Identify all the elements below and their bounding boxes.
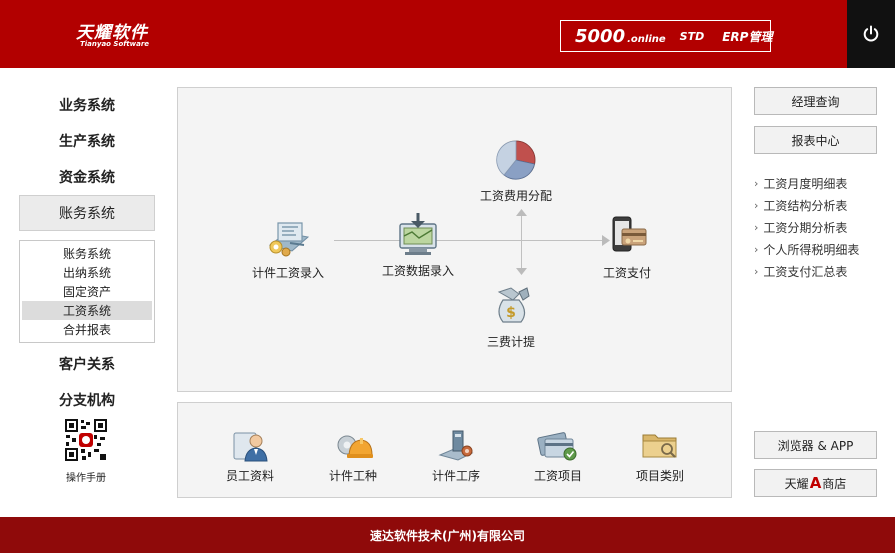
- item-project-categories[interactable]: 项目类别: [636, 427, 684, 484]
- payment-icon: [602, 214, 652, 260]
- submenu-item-cashier[interactable]: 出纳系统: [22, 263, 152, 282]
- item-piecework-jobs[interactable]: 计件工种: [329, 427, 377, 484]
- report-link-label: 工资月度明细表: [763, 176, 848, 191]
- report-link-income-tax-detail[interactable]: › 个人所得税明细表: [754, 238, 884, 260]
- accounting-submenu: 账务系统 出纳系统 固定资产 工资系统 合并报表: [19, 240, 155, 343]
- report-link-salary-payment-summary[interactable]: › 工资支付汇总表: [754, 260, 884, 282]
- nav-branches[interactable]: 分支机构: [19, 382, 155, 418]
- employee-icon: [233, 432, 268, 462]
- label-employee-data: 员工资料: [226, 469, 275, 483]
- payroll-flow-panel: 计件工资录入 工资数据录入 工资费用分配 工资支付 $ 三费计提: [177, 87, 732, 392]
- report-link-label: 工资结构分析表: [763, 198, 848, 213]
- edition-erp: ERP管理: [722, 29, 773, 44]
- report-link-monthly-salary-detail[interactable]: › 工资月度明细表: [754, 172, 884, 194]
- submenu-item-accounting[interactable]: 账务系统: [22, 244, 152, 263]
- store-logo-mark: A: [809, 474, 822, 492]
- svg-text:$: $: [506, 305, 516, 321]
- power-button[interactable]: [847, 0, 895, 68]
- flow-node-piecework-entry[interactable]: 计件工资录入: [252, 214, 324, 281]
- item-piecework-process[interactable]: 计件工序: [432, 427, 480, 484]
- edition-number: 5000: [575, 25, 626, 47]
- money-bag-icon: $: [486, 283, 536, 329]
- chevron-right-icon: ›: [754, 176, 759, 190]
- edition-online: .online: [627, 33, 666, 45]
- submenu-item-payroll[interactable]: 工资系统: [22, 301, 152, 320]
- chevron-right-icon: ›: [754, 220, 759, 234]
- qr-code[interactable]: [64, 418, 108, 462]
- submenu-item-fixed-assets[interactable]: 固定资产: [22, 282, 152, 301]
- label-salary-items: 工资项目: [534, 469, 583, 483]
- flow-label-salary-data-entry: 工资数据录入: [382, 264, 455, 278]
- hard-hat-icon: [337, 435, 373, 458]
- flow-node-salary-payment[interactable]: 工资支付: [602, 214, 652, 281]
- nav-business-system[interactable]: 业务系统: [19, 87, 155, 123]
- edition-badge: 5000 .online STD ERP管理: [560, 20, 773, 52]
- flow-node-salary-data-entry[interactable]: 工资数据录入: [382, 212, 454, 279]
- manager-query-button[interactable]: 经理查询: [754, 87, 877, 115]
- pie-chart-icon: [491, 137, 541, 183]
- item-salary-items[interactable]: 工资项目: [534, 427, 582, 484]
- report-link-label: 工资支付汇总表: [763, 264, 848, 279]
- store-button[interactable]: 天耀 A 商店: [754, 469, 877, 497]
- logo-en: Tianyao Software: [80, 40, 150, 48]
- process-icon: [438, 430, 474, 461]
- report-link-label: 工资分期分析表: [763, 220, 848, 235]
- nav-funds-system[interactable]: 资金系统: [19, 159, 155, 195]
- app-window: 天耀软件 Tianyao Software 5000 .online STD E…: [0, 0, 895, 553]
- chevron-right-icon: ›: [754, 242, 759, 256]
- report-list: › 工资月度明细表 › 工资结构分析表 › 工资分期分析表 › 个人所得税明细表 › 工资…: [754, 172, 884, 282]
- chevron-right-icon: ›: [754, 264, 759, 278]
- header-bar: 天耀软件 Tianyao Software 5000 .online STD E…: [0, 0, 895, 68]
- arrow-up-icon: [516, 209, 527, 216]
- report-link-label: 个人所得税明细表: [763, 242, 860, 257]
- report-link-salary-period[interactable]: › 工资分期分析表: [754, 216, 884, 238]
- brand-logo: 天耀软件 Tianyao Software: [76, 18, 166, 52]
- footer-bar: 速达软件技术(广州)有限公司: [0, 517, 895, 553]
- flow-label-piecework-entry: 计件工资录入: [252, 266, 325, 280]
- payroll-basics-panel: 员工资料 计件工种 计件工序 工资项目 项目类别: [177, 402, 732, 498]
- power-icon: [863, 25, 879, 42]
- salary-card-icon: [537, 432, 577, 461]
- piecework-entry-icon: [263, 214, 313, 260]
- flow-line-vertical: [521, 213, 522, 273]
- chevron-right-icon: ›: [754, 198, 759, 212]
- label-project-categories: 项目类别: [636, 469, 685, 483]
- flow-label-salary-payment: 工资支付: [602, 266, 651, 280]
- flow-label-three-fees-accrual: 三费计提: [486, 335, 535, 349]
- nav-accounting-system[interactable]: 账务系统: [19, 195, 155, 231]
- salary-data-entry-icon: [393, 212, 443, 258]
- label-piecework-process: 计件工序: [432, 469, 481, 483]
- nav-customer-relations[interactable]: 客户关系: [19, 346, 155, 382]
- store-suffix: 商店: [822, 476, 847, 491]
- arrow-down-icon: [516, 268, 527, 275]
- folder-icon: [642, 434, 677, 458]
- store-prefix: 天耀: [784, 476, 809, 491]
- qr-code-icon: [64, 418, 108, 462]
- report-link-salary-structure[interactable]: › 工资结构分析表: [754, 194, 884, 216]
- submenu-item-consolidated-reports[interactable]: 合并报表: [22, 320, 152, 339]
- company-name: 速达软件技术(广州)有限公司: [370, 528, 525, 543]
- edition-std: STD: [679, 29, 705, 43]
- manual-label[interactable]: 操作手册: [50, 469, 122, 484]
- report-center-button[interactable]: 报表中心: [754, 126, 877, 154]
- item-employee-data[interactable]: 员工资料: [226, 427, 274, 484]
- label-piecework-jobs: 计件工种: [329, 469, 378, 483]
- flow-label-salary-cost-allocation: 工资费用分配: [480, 189, 553, 203]
- flow-node-three-fees-accrual[interactable]: $ 三费计提: [486, 283, 536, 350]
- flow-line-horizontal: [334, 240, 606, 241]
- browser-app-button[interactable]: 浏览器 & APP: [754, 431, 877, 459]
- nav-production-system[interactable]: 生产系统: [19, 123, 155, 159]
- flow-node-salary-cost-allocation[interactable]: 工资费用分配: [480, 137, 552, 204]
